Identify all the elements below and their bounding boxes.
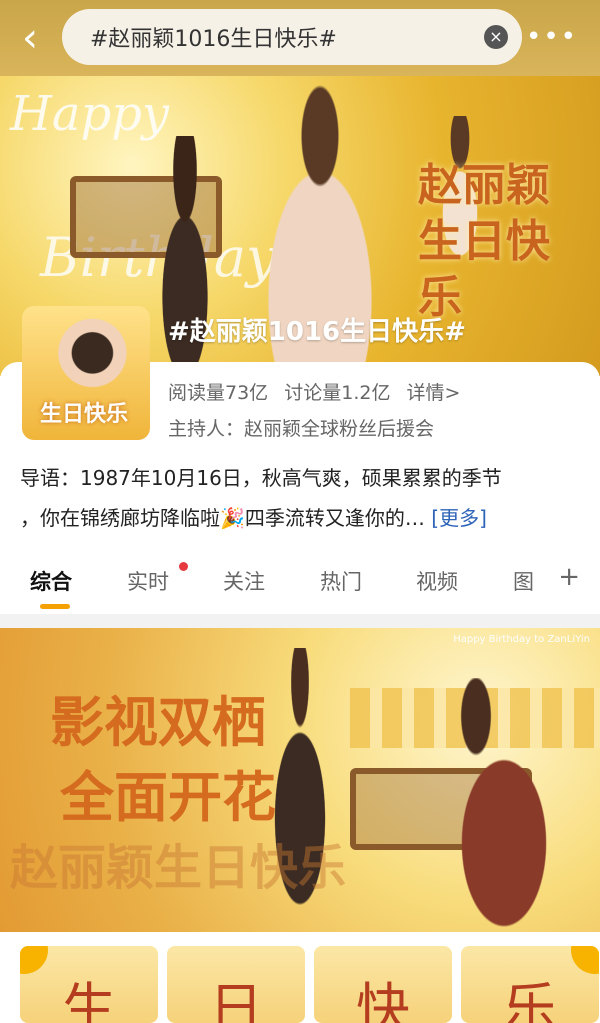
- tab-comprehensive[interactable]: 综合: [30, 566, 72, 596]
- more-icon[interactable]: •••: [526, 22, 578, 52]
- tab-video[interactable]: 视频: [416, 566, 458, 596]
- banner-headline-2: 全面开花: [60, 765, 276, 829]
- topic-stats: 阅读量73亿 讨论量1.2亿 详情>: [168, 378, 470, 405]
- hero-title: 赵丽颖 生日快乐: [418, 158, 578, 326]
- intro-line-2-text: ，你在锦绣廊坊降临啦🎉四季流转又逢你的…: [20, 506, 425, 530]
- intro-line-2: ，你在锦绣廊坊降临啦🎉四季流转又逢你的… [更多]: [20, 498, 580, 538]
- topic-title: #赵丽颖1016生日快乐#: [168, 317, 466, 347]
- notification-dot: [179, 562, 188, 571]
- stamp-grid: 生 日 快 乐: [20, 946, 600, 1023]
- post-image-banner[interactable]: Happy Birthday to ZanLiYin 影视双栖 全面开花 赵丽颖…: [0, 628, 600, 932]
- topic-host: 主持人：赵丽颖全球粉丝后援会: [168, 418, 435, 440]
- banner-caption: Happy Birthday to ZanLiYin: [453, 634, 590, 645]
- top-bar: ‹ #赵丽颖1016生日快乐# × •••: [0, 0, 600, 76]
- banner-watermark: 赵丽颖生日快乐: [10, 840, 347, 896]
- thumbnail-text: 生日快乐: [40, 401, 129, 427]
- tab-realtime[interactable]: 实时: [127, 566, 169, 596]
- search-query: #赵丽颖1016生日快乐#: [90, 27, 337, 52]
- stamp-tile[interactable]: 日: [167, 946, 305, 1023]
- search-input[interactable]: #赵丽颖1016生日快乐# ×: [62, 9, 522, 65]
- stamp-tile[interactable]: 快: [314, 946, 452, 1023]
- banner-headline-1: 影视双栖: [50, 690, 266, 754]
- tab-bar: 综合 实时 关注 热门 视频 图 +: [0, 556, 600, 609]
- banner-figure-right: [420, 678, 560, 932]
- discussion-count: 讨论量1.2亿: [284, 382, 391, 404]
- tab-hot[interactable]: 热门: [320, 566, 362, 596]
- add-tab-icon[interactable]: +: [558, 562, 580, 592]
- hero-title-line2: 生日快乐: [418, 216, 550, 323]
- tab-following[interactable]: 关注: [223, 566, 265, 596]
- stamp-char: 生: [62, 977, 116, 1023]
- section-divider: [0, 614, 600, 628]
- active-tab-indicator: [40, 604, 70, 609]
- back-arrow-icon[interactable]: ‹: [22, 18, 52, 58]
- topic-thumbnail[interactable]: 生日快乐: [22, 306, 150, 440]
- stamp-char: 乐: [503, 977, 557, 1023]
- read-count: 阅读量73亿: [168, 382, 269, 404]
- topic-intro: 导语：1987年10月16日，秋高气爽，硕果累累的季节 ，你在锦绣廊坊降临啦🎉四…: [20, 458, 580, 538]
- hero-title-line1: 赵丽颖: [418, 160, 550, 211]
- clear-icon[interactable]: ×: [484, 25, 508, 49]
- hero-script-happy: Happy: [10, 86, 170, 142]
- stamp-tile[interactable]: 乐: [461, 946, 599, 1023]
- details-link[interactable]: 详情>: [407, 382, 461, 404]
- more-link[interactable]: [更多]: [431, 506, 487, 530]
- stamp-char: 日: [209, 977, 263, 1023]
- intro-line-1: 导语：1987年10月16日，秋高气爽，硕果累累的季节: [20, 466, 502, 490]
- stamp-char: 快: [356, 977, 410, 1023]
- tab-image[interactable]: 图: [513, 566, 534, 596]
- stamp-tile[interactable]: 生: [20, 946, 158, 1023]
